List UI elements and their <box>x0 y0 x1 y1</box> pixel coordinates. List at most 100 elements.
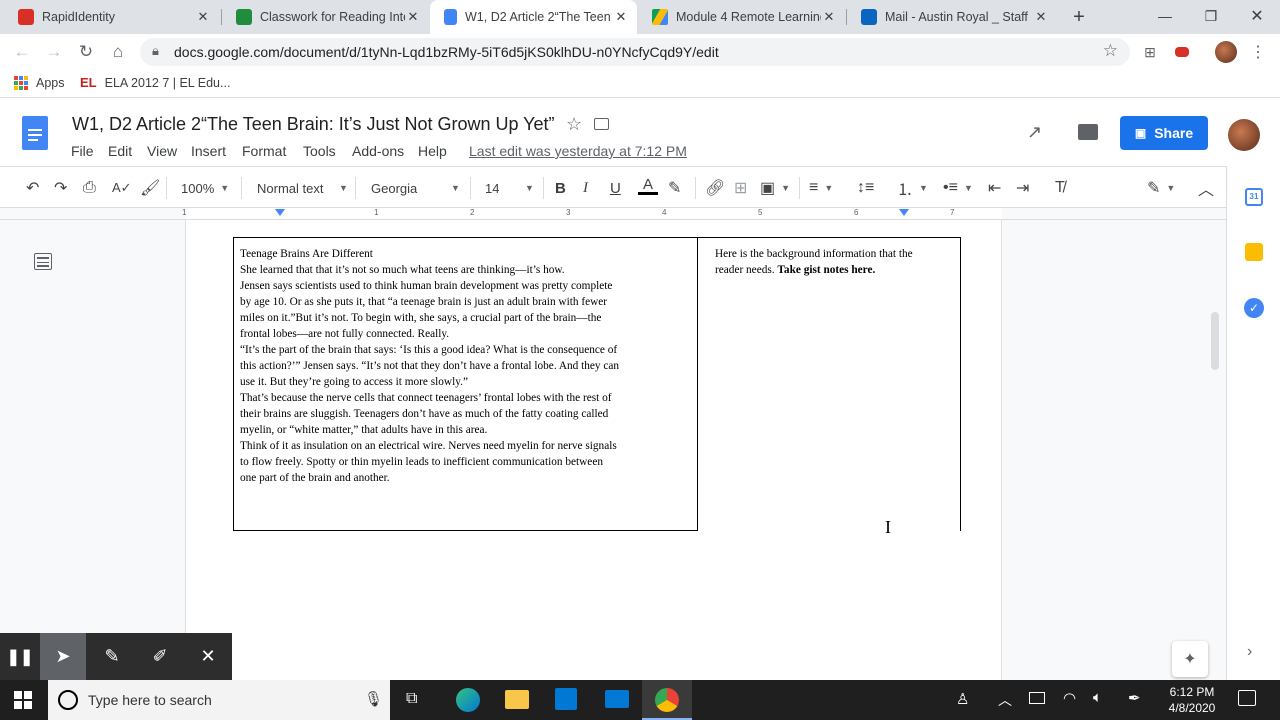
text-color-icon[interactable]: A <box>638 176 658 200</box>
undo-icon[interactable]: ↶ <box>26 176 39 200</box>
chrome-menu-icon[interactable]: ⋮ <box>1246 40 1270 64</box>
highlighter-icon[interactable]: ✐ <box>138 633 182 680</box>
profile-avatar[interactable] <box>1214 40 1238 64</box>
battery-icon[interactable] <box>1029 692 1045 704</box>
calendar-icon[interactable]: 31 <box>1245 188 1263 206</box>
extension-icon[interactable] <box>1170 40 1194 64</box>
menu-format[interactable]: Format <box>242 143 286 159</box>
restore-icon[interactable]: ❐ <box>1188 0 1234 32</box>
editing-mode-icon[interactable]: ✎ ▼ <box>1147 176 1175 200</box>
link-icon[interactable]: 🔗︎ <box>705 176 725 200</box>
window-close-icon[interactable]: ✕ <box>1234 0 1280 32</box>
volume-icon[interactable]: 🔈︎ <box>1093 689 1102 706</box>
docs-logo-icon[interactable] <box>22 116 48 150</box>
menu-edit[interactable]: Edit <box>108 143 132 159</box>
mail-icon[interactable] <box>605 690 629 708</box>
italic-icon[interactable]: I <box>583 176 588 200</box>
table-cell-notes[interactable]: Here is the background information that … <box>697 237 961 531</box>
print-icon[interactable]: ⎙ <box>83 176 96 200</box>
windows-start-icon[interactable] <box>14 691 32 709</box>
menu-help[interactable]: Help <box>418 143 447 159</box>
document-page[interactable]: Teenage Brains Are Different She learned… <box>185 220 1002 680</box>
address-bar[interactable]: 🔒︎ docs.google.com/document/d/1tyNn-Lqd1… <box>140 38 1130 66</box>
clock[interactable]: 6:12 PM 4/8/2020 <box>1160 684 1224 716</box>
pen-workspace-icon[interactable]: ✒︎ <box>1128 689 1141 707</box>
pen-icon[interactable]: ✎ <box>90 633 134 680</box>
expand-panel-icon[interactable]: › <box>1247 643 1252 661</box>
file-explorer-icon[interactable] <box>505 690 529 709</box>
tab-mail[interactable]: Mail - Austin Royal _ Staff ✕ <box>847 0 1057 34</box>
microphone-icon[interactable]: 🎙︎ <box>364 690 383 708</box>
account-avatar[interactable] <box>1228 119 1260 151</box>
spellcheck-icon[interactable]: A✓ <box>112 176 132 200</box>
chevron-up-icon[interactable]: ︿ <box>998 690 1012 710</box>
add-comment-icon[interactable]: ⊞ <box>734 176 747 200</box>
collapse-toolbar-icon[interactable]: ︿ <box>1198 176 1214 200</box>
last-edit-link[interactable]: Last edit was yesterday at 7:12 PM <box>469 143 687 159</box>
people-icon[interactable]: ♙ <box>956 690 969 708</box>
forward-icon[interactable]: → <box>42 40 66 64</box>
notifications-icon[interactable] <box>1238 690 1256 706</box>
tab-classwork[interactable]: Classwork for Reading Inter ✕ <box>222 0 429 34</box>
insert-image-icon[interactable]: ▣ ▼ <box>760 176 790 200</box>
pause-icon[interactable]: ❚❚ <box>0 633 40 680</box>
explore-icon[interactable]: ✦ <box>1172 641 1208 677</box>
tab-rapididentity[interactable]: RapidIdentity ✕ <box>4 0 219 34</box>
table-cell-article[interactable]: Teenage Brains Are Different She learned… <box>233 237 698 531</box>
align-icon[interactable]: ≡ ▼ <box>809 176 833 200</box>
close-icon[interactable]: ✕ <box>613 9 629 25</box>
reload-icon[interactable]: ↻ <box>74 40 98 64</box>
paint-format-icon[interactable]: 🖌︎ <box>140 176 160 200</box>
menu-insert[interactable]: Insert <box>191 143 226 159</box>
tab-docs-active[interactable]: W1, D2 Article 2“The Teen B ✕ <box>430 0 637 34</box>
bookmark-apps[interactable]: Apps <box>14 76 65 90</box>
menu-file[interactable]: File <box>71 143 94 159</box>
underline-icon[interactable]: U <box>610 176 621 200</box>
wifi-icon[interactable]: ◠ <box>1063 689 1076 707</box>
increase-indent-icon[interactable]: ⇥ <box>1016 176 1029 200</box>
line-spacing-icon[interactable]: ↕≡ <box>857 176 874 200</box>
home-icon[interactable]: ⌂ <box>106 40 130 64</box>
close-icon[interactable]: ✕ <box>821 9 837 25</box>
scrollbar-thumb[interactable] <box>1211 312 1219 370</box>
keep-icon[interactable] <box>1245 243 1263 261</box>
font-select[interactable]: Georgia ▼ <box>371 176 460 200</box>
move-folder-icon[interactable] <box>594 118 609 130</box>
bookmark-star-icon[interactable]: ☆ <box>1103 41 1118 61</box>
taskbar-search[interactable]: Type here to search 🎙︎ <box>48 680 390 720</box>
new-tab-icon[interactable]: + <box>1068 6 1090 28</box>
menu-addons[interactable]: Add-ons <box>352 143 404 159</box>
bold-icon[interactable]: B <box>555 176 566 200</box>
extensions-grid-icon[interactable]: ⊞ <box>1138 40 1162 64</box>
style-select[interactable]: Normal text ▼ <box>257 176 348 200</box>
back-icon[interactable]: ← <box>10 40 34 64</box>
ruler[interactable]: 1 1 2 3 4 5 6 7 <box>0 208 1226 220</box>
menu-view[interactable]: View <box>147 143 177 159</box>
highlight-icon[interactable]: ✎ <box>668 176 681 200</box>
edge-icon[interactable] <box>456 688 480 712</box>
minimize-icon[interactable]: — <box>1142 0 1188 32</box>
menu-tools[interactable]: Tools <box>303 143 336 159</box>
document-title[interactable]: W1, D2 Article 2“The Teen Brain: It’s Ju… <box>72 114 555 135</box>
pointer-icon[interactable]: ➤ <box>40 633 86 680</box>
close-annotation-icon[interactable]: ✕ <box>186 633 230 680</box>
bookmark-ela[interactable]: EL ELA 2012 7 | EL Edu... <box>80 75 230 90</box>
decrease-indent-icon[interactable]: ⇤ <box>988 176 1001 200</box>
share-button[interactable]: ▣ Share <box>1120 116 1208 150</box>
store-icon[interactable] <box>555 688 577 710</box>
comments-icon[interactable] <box>1078 124 1098 140</box>
chrome-taskbar-item[interactable] <box>642 680 692 720</box>
close-icon[interactable]: ✕ <box>195 9 211 25</box>
right-indent-marker[interactable] <box>899 209 909 216</box>
tab-module4[interactable]: Module 4 Remote Learning ✕ <box>638 0 845 34</box>
font-size-select[interactable]: 14 ▼ <box>485 176 534 200</box>
task-view-icon[interactable]: ⧉ <box>406 690 417 708</box>
close-icon[interactable]: ✕ <box>405 9 421 25</box>
document-outline-icon[interactable] <box>34 253 52 270</box>
tasks-icon[interactable]: ✓ <box>1244 298 1264 318</box>
left-indent-marker[interactable] <box>275 209 285 216</box>
zoom-select[interactable]: 100% ▼ <box>181 176 229 200</box>
close-icon[interactable]: ✕ <box>1033 9 1049 25</box>
star-icon[interactable]: ☆ <box>566 114 582 135</box>
redo-icon[interactable]: ↷ <box>54 176 67 200</box>
